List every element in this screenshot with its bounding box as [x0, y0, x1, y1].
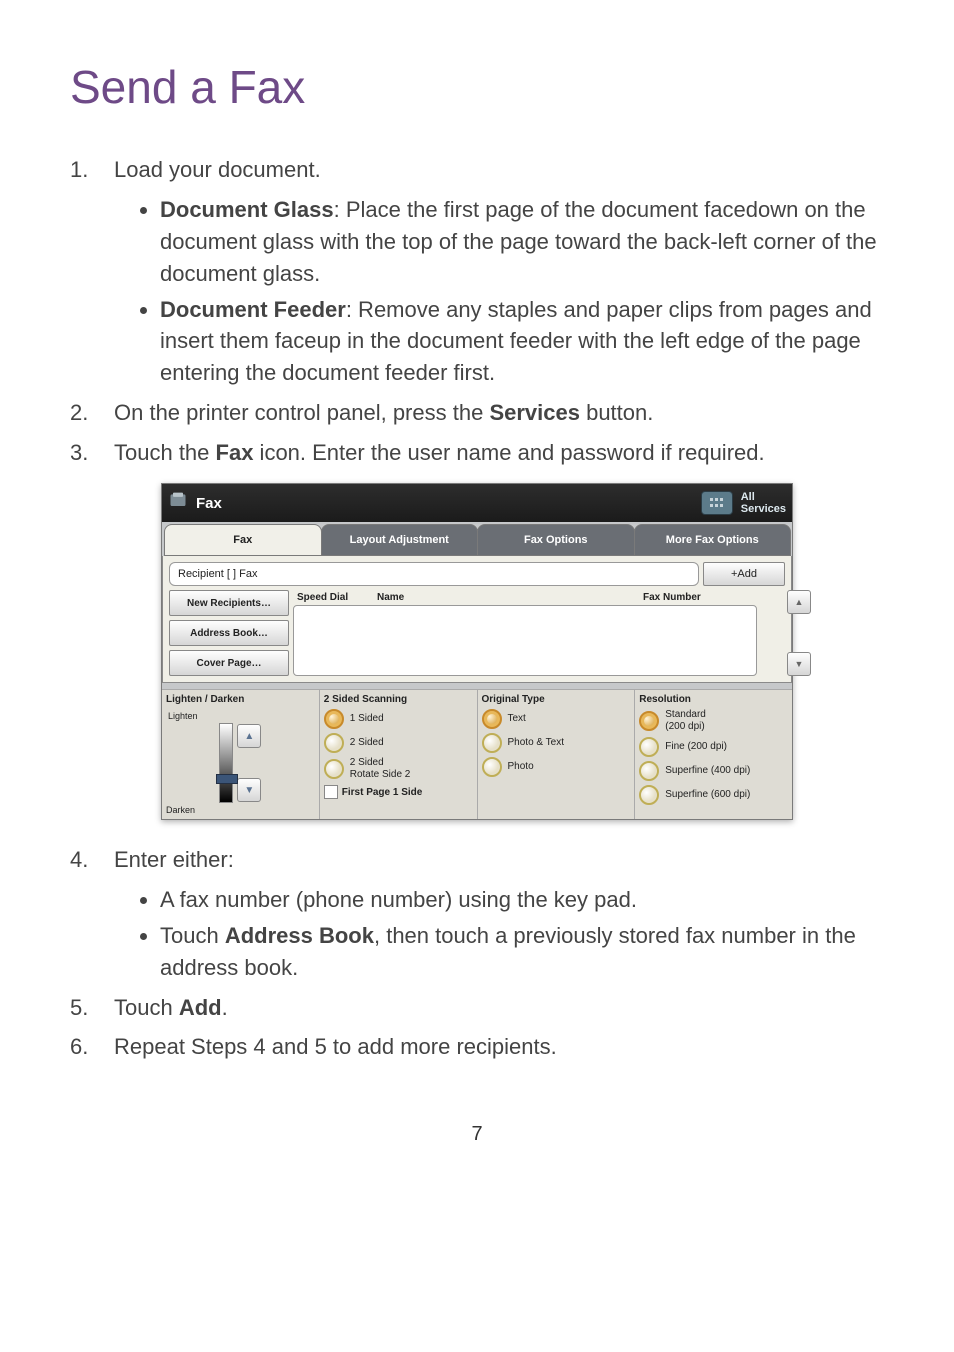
step-4-2b: Address Book — [225, 923, 374, 948]
lighten-darken-slider[interactable] — [219, 723, 233, 803]
document-feeder-label: Document Feeder — [160, 297, 346, 322]
res-std-l1: Standard — [665, 709, 706, 720]
page-number: 7 — [70, 1123, 884, 1146]
tab-fax[interactable]: Fax — [164, 524, 322, 556]
darken-label: Darken — [166, 805, 195, 815]
sided-1[interactable]: 1 Sided — [324, 709, 473, 729]
step-3a: Touch the — [114, 440, 216, 465]
res-super600[interactable]: Superfine (600 dpi) — [639, 785, 788, 805]
all-services-l2: Services — [741, 503, 786, 515]
step-6: Repeat Steps 4 and 5 to add more recipie… — [70, 1031, 884, 1063]
orig-header: Original Type — [482, 694, 631, 705]
step-4-text: Enter either: — [114, 847, 234, 872]
radio-icon — [482, 709, 502, 729]
sided-2r-l2: Rotate Side 2 — [350, 769, 411, 780]
step-1-text: Load your document. — [114, 157, 321, 182]
step-3: Touch the Fax icon. Enter the user name … — [70, 437, 884, 469]
sided-header: 2 Sided Scanning — [324, 694, 473, 705]
recipient-input[interactable]: Recipient [ ] Fax — [169, 562, 699, 586]
add-recipient-button[interactable]: +Add — [703, 562, 785, 586]
scroll-up-button[interactable]: ▲ — [787, 590, 811, 614]
res-fine-label: Fine (200 dpi) — [665, 741, 727, 753]
res-s400-label: Superfine (400 dpi) — [665, 765, 750, 777]
step-4-opt-faxnumber: A fax number (phone number) using the ke… — [160, 884, 884, 916]
tab-layout-label: Layout Adjustment — [350, 534, 449, 546]
sided-2-rot[interactable]: 2 SidedRotate Side 2 — [324, 757, 473, 781]
step-3b: Fax — [216, 440, 254, 465]
step-4-2a: Touch — [160, 923, 225, 948]
step-3c: icon. Enter the user name and password i… — [253, 440, 764, 465]
radio-icon — [324, 733, 344, 753]
orig-phototext-label: Photo & Text — [508, 737, 565, 749]
step-4: Enter either: A fax number (phone number… — [70, 844, 884, 984]
lighten-label: Lighten — [168, 711, 198, 721]
step-5a: Touch — [114, 995, 179, 1020]
res-std-l2: (200 dpi) — [665, 721, 704, 732]
step-1: Load your document. Document Glass: Plac… — [70, 154, 884, 389]
page-title: Send a Fax — [70, 60, 884, 114]
fax-panel-screenshot: Fax All Services Fax Layout Adjustment F… — [161, 483, 793, 820]
radio-icon — [639, 761, 659, 781]
step-5: Touch Add. — [70, 992, 884, 1024]
orig-photo-text[interactable]: Photo & Text — [482, 733, 631, 753]
address-book-button[interactable]: Address Book… — [169, 620, 289, 646]
all-services-button[interactable]: All Services — [701, 491, 786, 515]
lighten-darken-header: Lighten / Darken — [166, 694, 244, 705]
tab-fax-options[interactable]: Fax Options — [477, 524, 635, 556]
res-s600-label: Superfine (600 dpi) — [665, 789, 750, 801]
radio-icon — [639, 711, 659, 731]
step-1-glass: Document Glass: Place the first page of … — [160, 194, 884, 290]
triangle-up-icon: ▲ — [244, 731, 254, 742]
lighten-down-button[interactable]: ▼ — [237, 778, 261, 802]
sided-2-label: 2 Sided — [350, 737, 384, 749]
step-1-feeder: Document Feeder: Remove any staples and … — [160, 294, 884, 390]
recipients-list[interactable] — [293, 605, 757, 676]
radio-icon — [482, 757, 502, 777]
res-header: Resolution — [639, 694, 788, 705]
col-fax-number: Fax Number — [643, 592, 753, 603]
res-super400[interactable]: Superfine (400 dpi) — [639, 761, 788, 781]
triangle-down-icon: ▼ — [795, 659, 804, 669]
col-name: Name — [377, 592, 643, 603]
res-standard[interactable]: Standard(200 dpi) — [639, 709, 788, 733]
radio-icon — [324, 759, 344, 779]
step-2: On the printer control panel, press the … — [70, 397, 884, 429]
fax-panel-title: Fax — [196, 495, 222, 512]
document-glass-label: Document Glass — [160, 197, 334, 222]
first-page-1side[interactable]: First Page 1 Side — [324, 785, 473, 799]
radio-icon — [639, 737, 659, 757]
scroll-down-button[interactable]: ▼ — [787, 652, 811, 676]
step-2b: Services — [489, 400, 580, 425]
step-5c: . — [222, 995, 228, 1020]
step-2a: On the printer control panel, press the — [114, 400, 489, 425]
first-page-label: First Page 1 Side — [342, 787, 423, 798]
step-2c: button. — [580, 400, 653, 425]
orig-photo[interactable]: Photo — [482, 757, 631, 777]
step-4-opt-addressbook: Touch Address Book, then touch a previou… — [160, 920, 884, 984]
radio-icon — [482, 733, 502, 753]
orig-photo-label: Photo — [508, 761, 534, 773]
triangle-down-icon: ▼ — [244, 785, 254, 796]
cover-page-button[interactable]: Cover Page… — [169, 650, 289, 676]
all-services-l1: All — [741, 491, 786, 503]
new-recipients-button[interactable]: New Recipients… — [169, 590, 289, 616]
grid-icon — [701, 491, 733, 515]
col-speed-dial: Speed Dial — [297, 592, 377, 603]
sided-2[interactable]: 2 Sided — [324, 733, 473, 753]
tab-layout-adjust[interactable]: Layout Adjustment — [321, 524, 479, 556]
radio-icon — [639, 785, 659, 805]
sided-2r-l1: 2 Sided — [350, 757, 384, 768]
lighten-up-button[interactable]: ▲ — [237, 724, 261, 748]
triangle-up-icon: ▲ — [795, 597, 804, 607]
orig-text[interactable]: Text — [482, 709, 631, 729]
slider-handle[interactable] — [216, 774, 238, 784]
checkbox-icon — [324, 785, 338, 799]
fax-app-icon — [168, 491, 188, 515]
step-5b: Add — [179, 995, 222, 1020]
res-fine[interactable]: Fine (200 dpi) — [639, 737, 788, 757]
orig-text-label: Text — [508, 713, 526, 725]
radio-icon — [324, 709, 344, 729]
sided-1-label: 1 Sided — [350, 713, 384, 725]
tab-more-fax-options[interactable]: More Fax Options — [634, 524, 792, 556]
